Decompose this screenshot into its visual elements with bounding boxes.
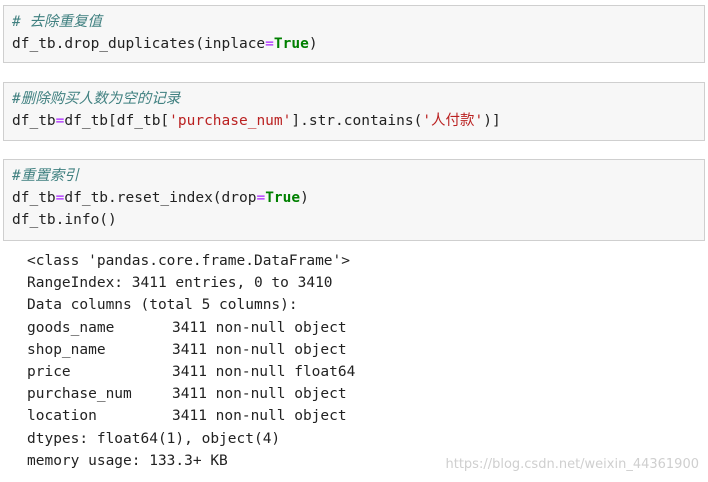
output-column-row: shop_name 3411 non-null object	[27, 339, 355, 361]
code-cell-reset-index[interactable]: #重置索引 df_tb=df_tb.reset_index(drop=True)…	[3, 159, 705, 241]
column-name: shop_name	[27, 341, 106, 358]
column-name: price	[27, 363, 71, 380]
output-data-columns: Data columns (total 5 columns):	[27, 297, 298, 314]
output-column-row: location 3411 non-null object	[27, 405, 355, 427]
code-line: df_tb=df_tb[df_tb['purchase_num'].str.co…	[12, 113, 501, 129]
code-line: df_tb.drop_duplicates(inplace=True)	[12, 36, 318, 52]
column-info: 3411 non-null object	[172, 319, 347, 336]
output-class-line: <class 'pandas.core.frame.DataFrame'>	[27, 253, 351, 269]
code-cell-remove-duplicates[interactable]: # 去除重复值 df_tb.drop_duplicates(inplace=Tr…	[3, 5, 705, 63]
output-dtypes: dtypes: float64(1), object(4)	[27, 430, 281, 447]
column-name: location	[27, 408, 97, 425]
code-comment: # 去除重复值	[12, 14, 102, 30]
output-column-row: goods_name 3411 non-null object	[27, 317, 355, 339]
code-comment: #重置索引	[12, 168, 79, 184]
code-line: df_tb.info()	[12, 212, 117, 228]
output-memory-usage: memory usage: 133.3+ KB	[27, 452, 228, 469]
output-column-row: price 3411 non-null float64	[27, 361, 355, 383]
watermark: https://blog.csdn.net/weixin_44361900	[445, 457, 699, 472]
code-line: df_tb=df_tb.reset_index(drop=True)	[12, 190, 309, 206]
code-comment: #删除购买人数为空的记录	[12, 91, 181, 107]
column-info: 3411 non-null object	[172, 408, 347, 425]
cell-output: <class 'pandas.core.frame.DataFrame'> Ra…	[27, 250, 355, 472]
column-name: goods_name	[27, 319, 115, 336]
column-name: purchase_num	[27, 386, 132, 403]
column-info: 3411 non-null object	[172, 386, 347, 403]
code-cell-drop-empty-purchase[interactable]: #删除购买人数为空的记录 df_tb=df_tb[df_tb['purchase…	[3, 82, 705, 141]
output-range-index: RangeIndex: 3411 entries, 0 to 3410	[27, 275, 333, 292]
output-column-row: purchase_num 3411 non-null object	[27, 383, 355, 405]
column-info: 3411 non-null float64	[172, 363, 356, 380]
column-info: 3411 non-null object	[172, 341, 347, 358]
